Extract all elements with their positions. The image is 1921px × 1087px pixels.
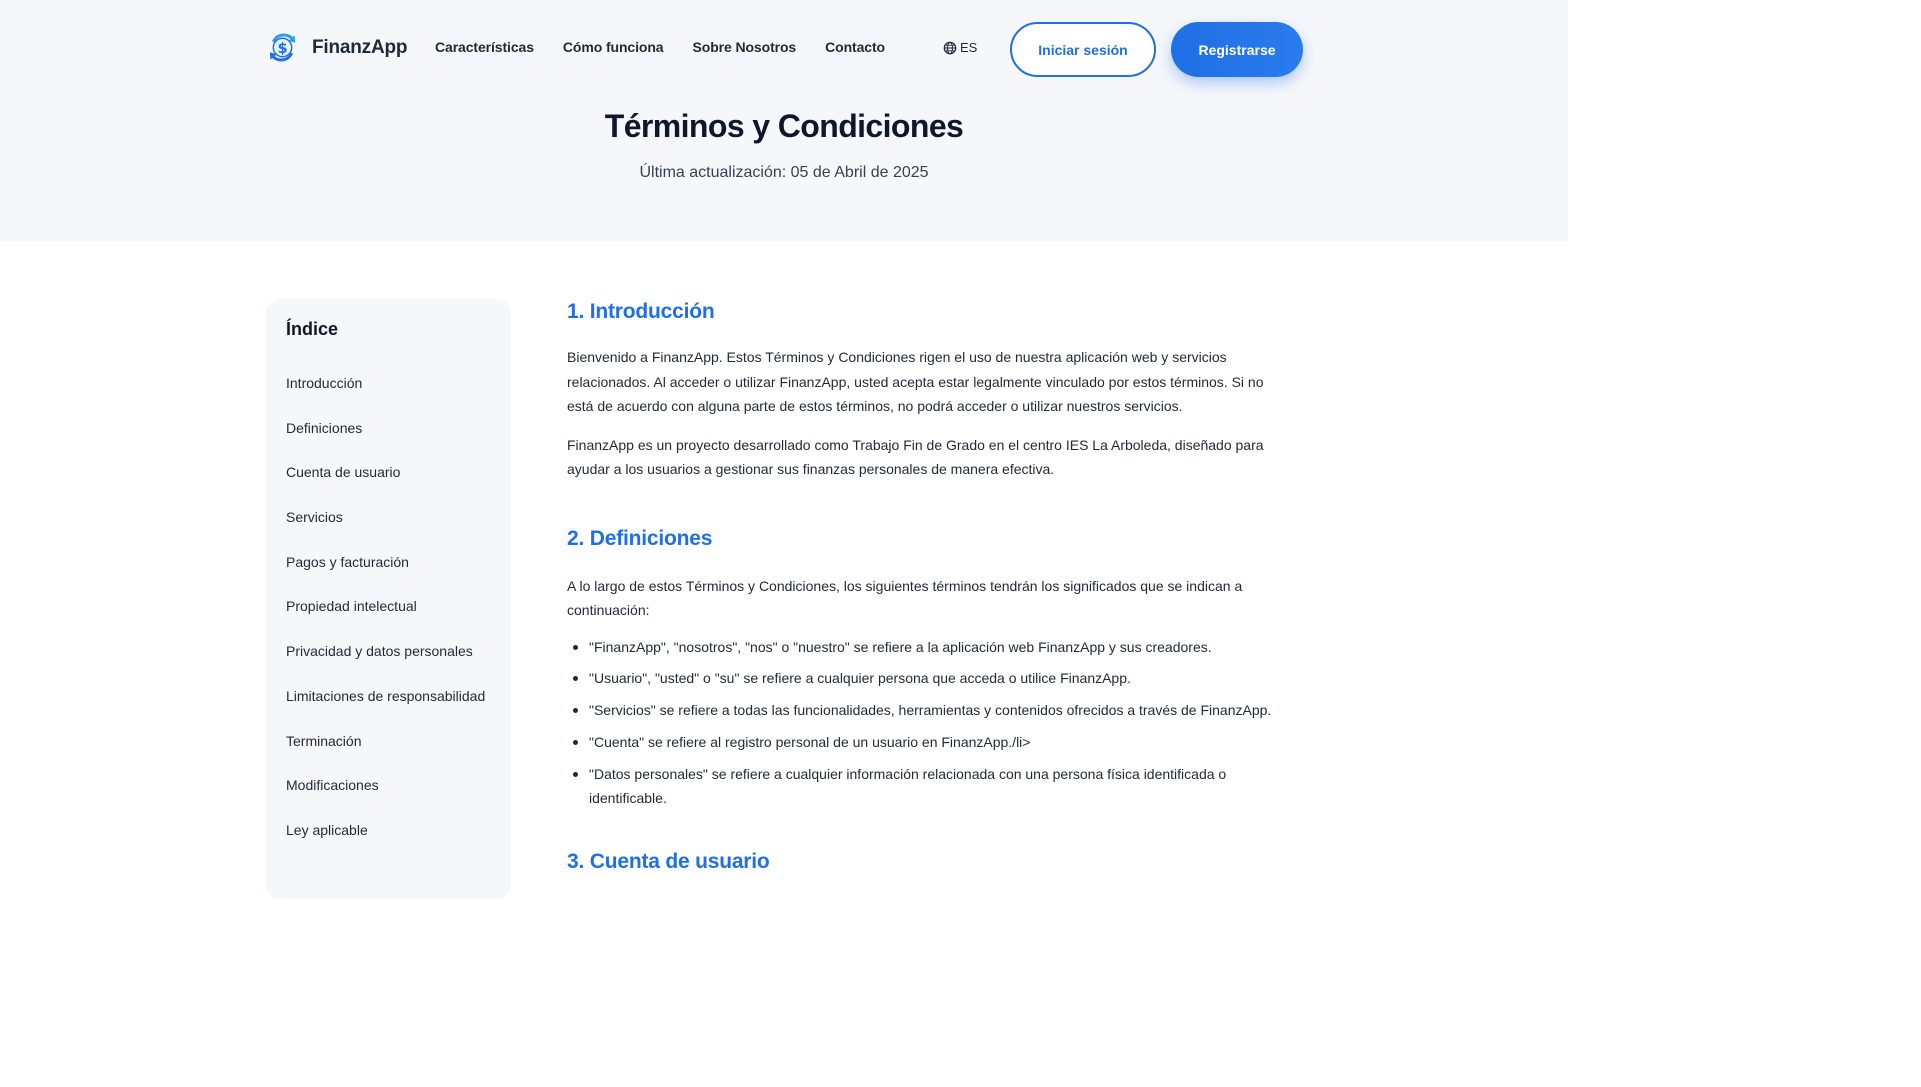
toc-item-introduccion[interactable]: Introducción [286,372,496,395]
nav-link-sobre-nosotros[interactable]: Sobre Nosotros [693,39,797,55]
login-button[interactable]: Iniciar sesión [1010,22,1156,77]
navbar: $ FinanzApp Características Cómo funcion… [0,0,1568,98]
definitions-list: "FinanzApp", "nosotros", "nos" o "nuestr… [567,635,1289,811]
section-heading-cuenta-de-usuario: 3. Cuenta de usuario [567,849,770,873]
table-of-contents: Índice Introducción Definiciones Cuenta … [266,299,511,899]
list-item: "Usuario", "usted" o "su" se refiere a c… [567,666,1289,691]
svg-text:$: $ [277,40,287,57]
toc-item-definiciones[interactable]: Definiciones [286,417,496,440]
main-nav: Características Cómo funciona Sobre Noso… [435,39,885,55]
paragraph: Bienvenido a FinanzApp. Estos Términos y… [567,349,1264,414]
globe-icon [943,41,957,54]
logo-link[interactable]: $ FinanzApp [266,31,407,64]
brand-name: FinanzApp [312,36,408,58]
nav-link-como-funciona[interactable]: Cómo funciona [563,39,664,55]
language-selector[interactable]: ES [943,40,977,55]
paragraph: A lo largo de estos Términos y Condicion… [567,577,1243,619]
toc-item-propiedad-intelectual[interactable]: Propiedad intelectual [286,595,496,618]
toc-list: Introducción Definiciones Cuenta de usua… [286,372,496,864]
last-updated-text: Última actualización: 05 de Abril de 202… [639,164,929,181]
toc-item-limitaciones[interactable]: Limitaciones de responsabilidad [286,685,496,708]
section-heading-introduccion: 1. Introducción [567,300,715,323]
page-title: Términos y Condiciones [604,108,964,144]
nav-link-caracteristicas[interactable]: Características [435,39,534,55]
dollar-cycle-icon: $ [269,33,296,62]
section-heading-definiciones: 2. Definiciones [567,526,713,550]
toc-item-servicios[interactable]: Servicios [286,506,496,529]
list-item: "Servicios" se refiere a todas las funci… [567,698,1289,723]
terms-content: 1. Introducción Bienvenido a FinanzApp. … [567,298,1289,876]
toc-item-terminacion[interactable]: Terminación [286,730,496,753]
toc-item-ley-aplicable[interactable]: Ley aplicable [286,819,496,842]
toc-title: Índice [286,319,339,339]
register-button[interactable]: Registrarse [1171,22,1303,77]
language-label: ES [960,40,978,55]
toc-item-privacidad[interactable]: Privacidad y datos personales [286,640,496,663]
list-item: "FinanzApp", "nosotros", "nos" o "nuestr… [567,635,1289,660]
paragraph: FinanzApp es un proyecto desarrollado co… [567,436,1264,478]
toc-item-cuenta-de-usuario[interactable]: Cuenta de usuario [286,461,496,484]
list-item: "Cuenta" se refiere al registro personal… [567,730,1289,755]
toc-item-modificaciones[interactable]: Modificaciones [286,774,496,797]
toc-item-pagos-y-facturacion[interactable]: Pagos y facturación [286,551,496,574]
list-item: "Datos personales" se refiere a cualquie… [567,762,1289,811]
nav-link-contacto[interactable]: Contacto [825,39,885,55]
